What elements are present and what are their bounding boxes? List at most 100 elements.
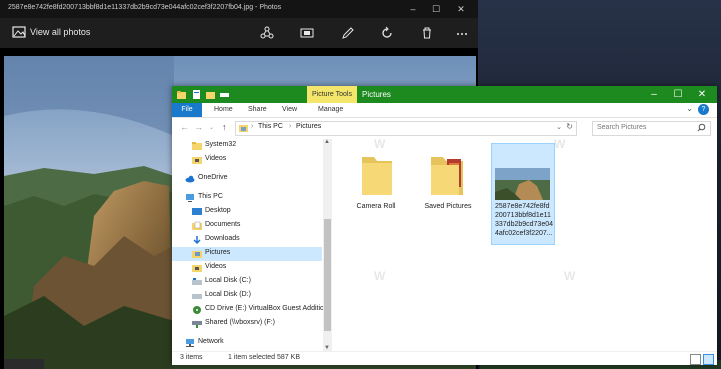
maximize-button[interactable]: ☐ (429, 2, 443, 16)
tab-home[interactable]: Home (208, 103, 239, 117)
up-arrow-icon[interactable]: ↑ (222, 122, 227, 132)
photos-collection-icon[interactable] (12, 26, 26, 38)
delete-icon[interactable] (419, 25, 435, 41)
videos-folder-icon (192, 265, 202, 272)
nav-item-local-disk-d[interactable]: Local Disk (D:) (172, 289, 322, 303)
ribbon-tab-bar: File Home Share View Manage ⌄ ? (172, 103, 717, 118)
network-drive-icon (192, 321, 202, 328)
nav-item-documents[interactable]: Documents (172, 219, 322, 233)
navigation-pane: System32 Videos OneDrive This PC Desktop… (172, 139, 332, 351)
more-icon[interactable] (454, 25, 470, 41)
pc-icon (186, 194, 194, 202)
tab-view[interactable]: View (276, 103, 303, 117)
nav-item-network[interactable]: Network (172, 336, 322, 350)
picture-tools-context-tab[interactable]: Picture Tools (307, 86, 357, 103)
nav-label: This PC (198, 193, 223, 200)
address-bar-row: ← → ⌄ ↑ › This PC › Pictures ⌄ ↻ Search … (172, 118, 717, 138)
properties-icon[interactable] (192, 90, 201, 99)
nav-item-videos[interactable]: Videos (172, 153, 322, 167)
nav-label: CD Drive (E:) VirtualBox Guest Additions (205, 305, 332, 312)
watermark: W (564, 269, 576, 283)
tab-manage[interactable]: Manage (312, 103, 349, 117)
nav-label: Desktop (205, 207, 231, 214)
expand-ribbon-icon[interactable]: ⌄ (686, 104, 693, 113)
folder-icon (192, 142, 202, 150)
nav-item-videos-pc[interactable]: Videos (172, 261, 322, 275)
watermark: W (374, 269, 386, 283)
share-icon[interactable] (259, 25, 275, 41)
nav-pane-scrollbar[interactable]: ▲ ▼ (323, 139, 332, 351)
selection-info: 1 item selected 587 KB (228, 354, 300, 361)
scroll-up-icon[interactable]: ▲ (324, 139, 330, 145)
recent-locations-icon[interactable]: ⌄ (209, 124, 214, 131)
details-view-icon[interactable] (690, 354, 701, 365)
onedrive-icon (185, 175, 195, 183)
tab-file[interactable]: File (172, 103, 202, 117)
close-button[interactable]: ✕ (454, 2, 468, 16)
tab-share[interactable]: Share (242, 103, 273, 117)
nav-label: Pictures (205, 249, 231, 256)
desktop-icon (192, 208, 202, 215)
slideshow-icon[interactable] (299, 25, 315, 41)
explorer-close-button[interactable]: ✕ (690, 86, 714, 103)
nav-item-this-pc[interactable]: This PC (172, 191, 322, 205)
folder-photos-icon (431, 157, 463, 195)
nav-label: Videos (205, 263, 227, 270)
new-folder-icon[interactable] (206, 90, 215, 99)
nav-item-downloads[interactable]: Downloads (172, 233, 322, 247)
videos-folder-icon (192, 157, 202, 164)
cd-icon (193, 306, 201, 314)
nav-label: Local Disk (C:) (205, 277, 251, 284)
nav-item-pictures[interactable]: Pictures (172, 247, 322, 261)
help-icon[interactable]: ? (698, 104, 709, 115)
address-bar[interactable]: › This PC › Pictures ⌄ ↻ (235, 121, 577, 136)
pictures-icon (192, 251, 202, 258)
nav-item-cd-drive[interactable]: CD Drive (E:) VirtualBox Guest Additions (172, 303, 331, 317)
edit-icon[interactable] (340, 25, 356, 41)
nav-item-desktop[interactable]: Desktop (172, 205, 322, 219)
back-arrow-icon[interactable]: ← (180, 122, 189, 132)
photos-toolbar: View all photos (0, 18, 478, 48)
view-all-photos-link[interactable]: View all photos (30, 27, 90, 37)
nav-label: Downloads (205, 235, 240, 242)
file-label: 2587e8e742fe8fd200713bbf8d1e11337db2b9cd… (495, 203, 554, 237)
breadcrumb-pictures[interactable]: Pictures (296, 123, 321, 130)
address-dropdown-icon[interactable]: ⌄ (556, 123, 562, 131)
image-thumbnail (495, 168, 550, 200)
nav-item-onedrive[interactable]: OneDrive (172, 172, 322, 186)
quick-access-dropdown-icon[interactable] (220, 90, 229, 99)
nav-label: Shared (\\vboxsrv) (F:) (205, 319, 276, 326)
photos-titlebar: 2587e8e742fe8fd200713bbf8d1e11337db2b9cd… (0, 0, 478, 18)
pictures-location-icon (239, 125, 248, 132)
nav-label: Documents (205, 221, 241, 228)
network-icon (186, 339, 194, 347)
documents-icon (192, 221, 202, 230)
image-file-item[interactable]: 2587e8e742fe8fd200713bbf8d1e11337db2b9cd… (491, 143, 555, 245)
large-icons-view-icon[interactable] (703, 354, 714, 365)
content-pane: W W W W Camera Roll Saved Pictures 2587e… (334, 137, 717, 351)
nav-item-local-disk-c[interactable]: Local Disk (C:) (172, 275, 322, 289)
nav-label: Videos (205, 155, 227, 162)
explorer-window-title: Pictures (362, 90, 391, 99)
forward-arrow-icon[interactable]: → (194, 122, 203, 132)
explorer-minimize-button[interactable]: – (642, 86, 666, 103)
folder-saved-pictures[interactable]: Saved Pictures (417, 143, 479, 243)
nav-label: Network (198, 338, 224, 345)
rotate-icon[interactable] (379, 25, 395, 41)
explorer-titlebar: Picture Tools Pictures – ☐ ✕ (172, 86, 717, 103)
folder-camera-roll[interactable]: Camera Roll (345, 143, 407, 243)
minimize-button[interactable]: – (406, 2, 420, 16)
status-bar: 3 items 1 item selected 587 KB (172, 351, 717, 365)
file-explorer-window: Picture Tools Pictures – ☐ ✕ File Home S… (172, 86, 717, 365)
breadcrumb-this-pc[interactable]: This PC (258, 123, 283, 130)
explorer-maximize-button[interactable]: ☐ (666, 86, 690, 103)
nav-item-shared-drive[interactable]: Shared (\\vboxsrv) (F:) (172, 317, 322, 331)
scrollbar-thumb[interactable] (324, 219, 331, 331)
nav-label: Local Disk (D:) (205, 291, 251, 298)
refresh-icon[interactable]: ↻ (566, 122, 573, 131)
search-placeholder: Search Pictures (597, 124, 647, 131)
watermark: W (554, 137, 566, 151)
search-icon[interactable] (697, 123, 706, 132)
search-input[interactable]: Search Pictures (592, 121, 711, 136)
nav-item-system32[interactable]: System32 (172, 139, 322, 153)
